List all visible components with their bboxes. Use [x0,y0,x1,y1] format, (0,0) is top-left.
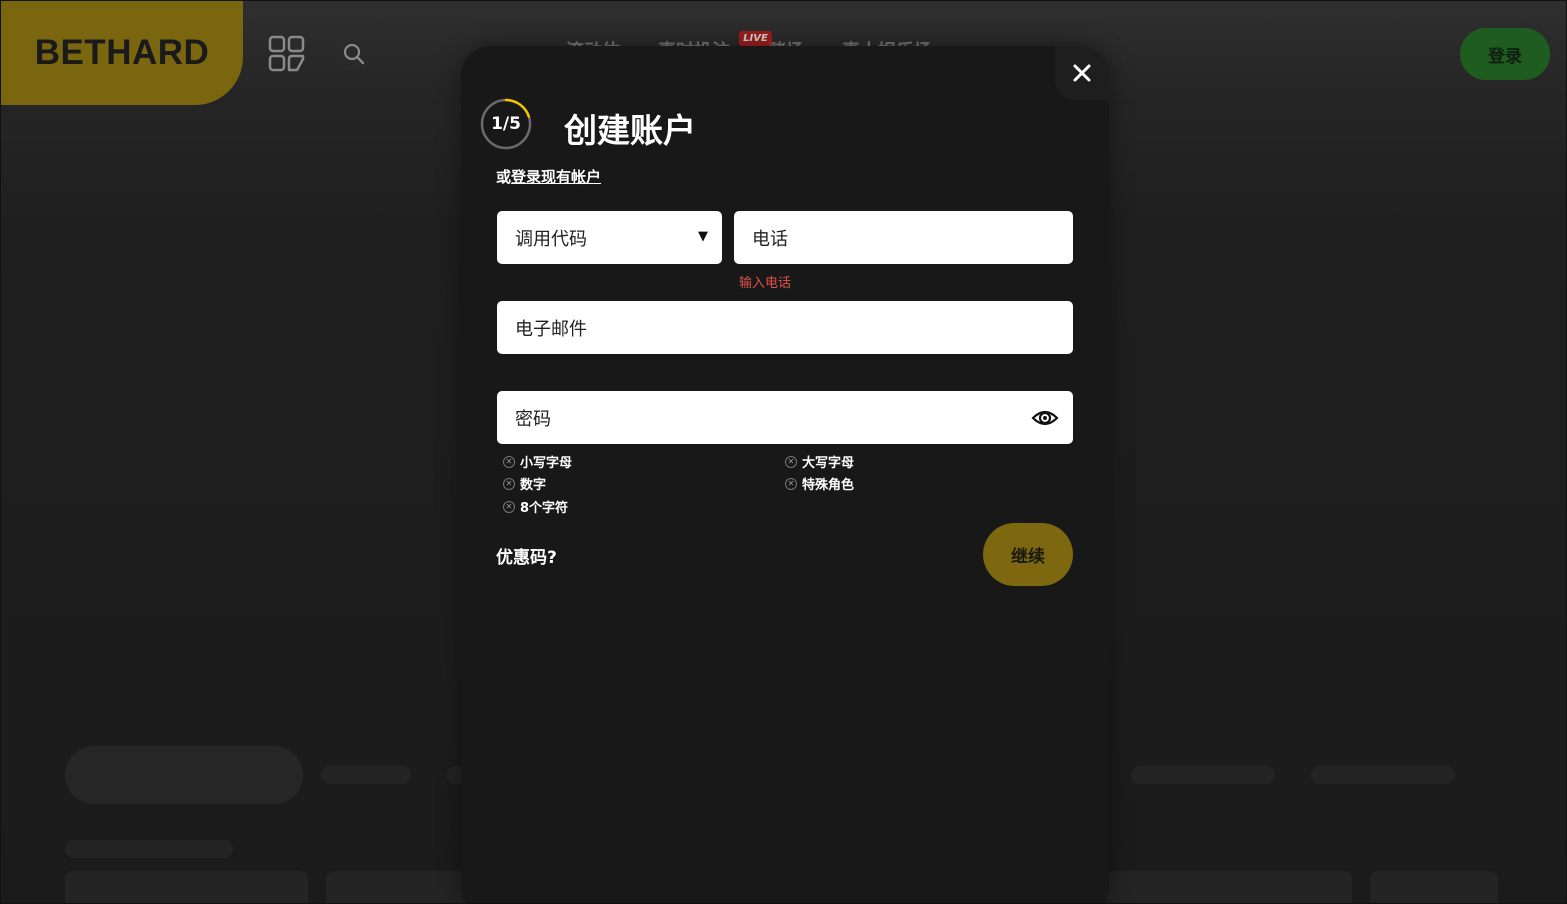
skeleton-placeholder [65,840,233,858]
dropdown-caret-icon: ▼ [698,229,708,244]
skeleton-placeholder [321,766,411,784]
phone-placeholder: 电话 [752,228,788,250]
x-circle-icon: ✕ [785,477,797,490]
live-badge: LIVE [739,31,772,46]
skeleton-placeholder [326,871,476,903]
x-circle-icon: ✕ [503,500,515,513]
x-circle-icon: ✕ [785,455,797,468]
requirement-number: 数字 [520,478,547,493]
phone-field[interactable]: 电话 [734,211,1073,264]
login-existing-link[interactable]: 登录现有帐户 [511,168,601,186]
create-account-modal: 1/5 创建账户 或登录现有帐户 调用代码 ▼ 电话 输入电话 电子邮件 密码 … [461,46,1109,903]
password-requirement: ✕ 小写字母 [503,452,572,471]
password-field[interactable]: 密码 [497,391,1073,444]
phone-error-message: 输入电话 [739,276,792,291]
login-prefix: 或 [496,168,512,186]
login-existing-row: 或登录现有帐户 [496,166,601,187]
x-circle-icon: ✕ [503,477,515,490]
password-requirement: ✕ 8个字符 [503,497,568,516]
password-placeholder: 密码 [515,408,551,430]
skeleton-placeholder [65,746,303,804]
password-requirement: ✕ 大写字母 [785,452,854,471]
bethard-logo[interactable]: BETHARD [35,33,210,73]
requirement-uppercase: 大写字母 [802,456,855,471]
logo-area[interactable]: BETHARD [1,1,243,105]
requirement-lowercase: 小写字母 [520,456,573,471]
skeleton-placeholder [1370,871,1498,903]
calling-code-select[interactable]: 调用代码 ▼ [497,211,722,264]
skeleton-placeholder [65,871,308,903]
email-placeholder: 电子邮件 [515,318,587,340]
skeleton-placeholder [1106,871,1352,903]
skeleton-placeholder [1131,766,1275,784]
continue-button[interactable]: 继续 [983,523,1073,586]
search-icon[interactable] [337,37,371,71]
password-requirement: ✕ 数字 [503,474,546,493]
email-field[interactable]: 电子邮件 [497,301,1073,354]
skeleton-placeholder [1311,766,1455,784]
page: BETHARD 滚动体 真时投注 赌场 真人娱乐场 LIVE 登录 [0,0,1567,904]
step-counter: 1/5 [491,114,521,134]
grid-icon[interactable] [267,35,307,73]
eye-icon[interactable] [1031,405,1059,431]
login-button[interactable]: 登录 [1460,28,1550,80]
password-requirement: ✕ 特殊角色 [785,474,854,493]
calling-code-value: 调用代码 [515,228,587,250]
x-circle-icon: ✕ [503,455,515,468]
requirement-special: 特殊角色 [802,478,855,493]
requirement-length: 8个字符 [520,501,569,516]
modal-title: 创建账户 [564,111,696,150]
promo-code-link[interactable]: 优惠码? [496,543,557,568]
